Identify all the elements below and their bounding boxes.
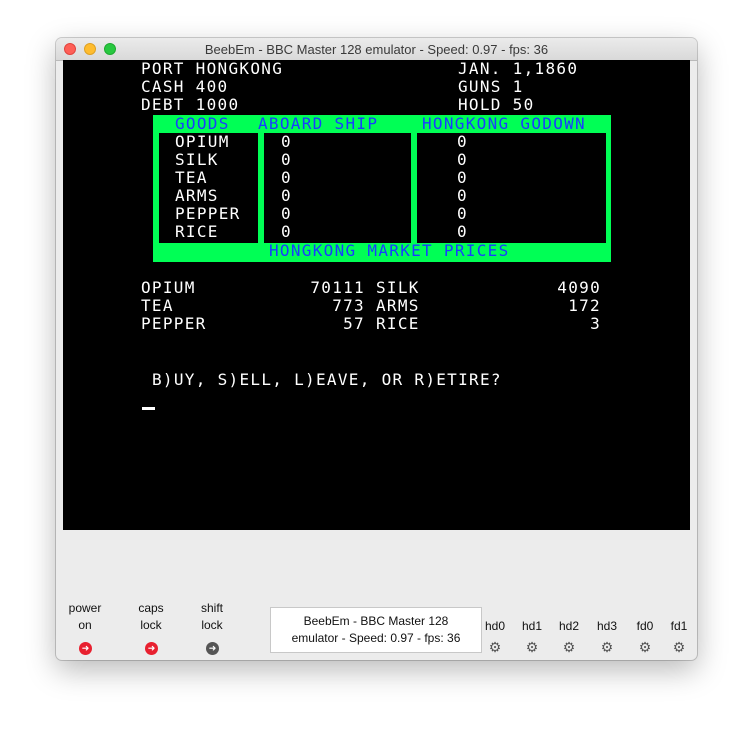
godown-qty: 0	[457, 150, 468, 169]
caps-label-line1: caps	[138, 601, 164, 615]
goods-header: GOODS	[175, 114, 230, 133]
goods-name: RICE	[175, 222, 219, 241]
shift-label-line1: shift	[200, 601, 223, 615]
power-label-line2: on	[78, 618, 92, 632]
price-value: 70111	[310, 278, 365, 297]
date-label: JAN. 1,1860	[458, 59, 579, 78]
debt-label: DEBT 1000	[141, 95, 240, 114]
drive-label-hd0: hd0	[484, 619, 506, 633]
caps-label-line2: lock	[140, 618, 162, 632]
ship-qty: 0	[281, 168, 292, 187]
price-name: OPIUM	[141, 278, 196, 297]
emulator-screen[interactable]: PORT HONGKONG JAN. 1,1860 CASH 400 GUNS …	[63, 60, 690, 530]
ship-qty: 0	[281, 150, 292, 169]
gear-icon: ⚙	[562, 639, 576, 655]
price-value: 57	[343, 314, 365, 333]
ship-qty: 0	[281, 132, 292, 151]
command-prompt: B)UY, S)ELL, L)EAVE, OR R)ETIRE?	[152, 370, 502, 389]
goods-name: OPIUM	[175, 132, 230, 151]
port-label: PORT HONGKONG	[141, 59, 284, 78]
tooltip-line2: emulator - Speed: 0.97 - fps: 36	[291, 631, 461, 645]
price-name: ARMS	[376, 296, 420, 315]
title-bar[interactable]: BeebEm - BBC Master 128 emulator - Speed…	[56, 38, 697, 61]
ship-header: ABOARD SHIP	[258, 114, 379, 133]
ship-qty: 0	[281, 186, 292, 205]
caps-lock-indicator[interactable]: caps lock	[126, 600, 176, 634]
drive-label-hd1: hd1	[521, 619, 543, 633]
drive-label-hd3: hd3	[596, 619, 618, 633]
goods-name: SILK	[175, 150, 219, 169]
godown-qty: 0	[457, 132, 468, 151]
gear-icon: ⚙	[488, 639, 502, 655]
text-cursor	[142, 407, 155, 410]
godown-header: HONGKONG GODOWN	[422, 114, 586, 133]
shift-led-icon: ➜	[206, 642, 219, 655]
godown-qty: 0	[457, 168, 468, 187]
drive-label-hd2: hd2	[558, 619, 580, 633]
cash-label: CASH 400	[141, 77, 229, 96]
price-value: 773	[332, 296, 365, 315]
hold-label: HOLD 50	[458, 95, 535, 114]
power-indicator[interactable]: power on	[60, 600, 110, 634]
price-value: 3	[590, 314, 601, 333]
shift-lock-indicator[interactable]: shift lock	[187, 600, 237, 634]
goods-name: TEA	[175, 168, 208, 187]
market-title: HONGKONG MARKET PRICES	[269, 241, 510, 260]
godown-qty: 0	[457, 204, 468, 223]
price-value: 172	[568, 296, 601, 315]
price-name: SILK	[376, 278, 420, 297]
goods-name: PEPPER	[175, 204, 241, 223]
goods-name: ARMS	[175, 186, 219, 205]
gear-icon: ⚙	[525, 639, 539, 655]
guns-label: GUNS 1	[458, 77, 524, 96]
drive-label-fd1: fd1	[670, 619, 688, 633]
ship-qty: 0	[281, 204, 292, 223]
godown-qty: 0	[457, 186, 468, 205]
status-bar: power on ➜ caps lock ➜ shift lock ➜ hd0 …	[56, 530, 697, 660]
godown-qty: 0	[457, 222, 468, 241]
drive-label-fd0: fd0	[636, 619, 654, 633]
gear-icon: ⚙	[672, 639, 686, 655]
price-name: PEPPER	[141, 314, 207, 333]
tooltip-line1: BeebEm - BBC Master 128	[303, 614, 449, 628]
gear-icon: ⚙	[600, 639, 614, 655]
ship-qty: 0	[281, 222, 292, 241]
price-name: RICE	[376, 314, 420, 333]
window-title: BeebEm - BBC Master 128 emulator - Speed…	[204, 42, 549, 57]
price-value: 4090	[557, 278, 601, 297]
power-label-line1: power	[68, 601, 102, 615]
price-name: TEA	[141, 296, 174, 315]
gear-icon: ⚙	[638, 639, 652, 655]
power-led-icon: ➜	[79, 642, 92, 655]
godown-column	[417, 133, 606, 243]
emulator-window: BeebEm - BBC Master 128 emulator - Speed…	[56, 38, 697, 660]
caps-led-icon: ➜	[145, 642, 158, 655]
shift-label-line2: lock	[201, 618, 223, 632]
title-tooltip: BeebEm - BBC Master 128 emulator - Speed…	[270, 607, 482, 653]
